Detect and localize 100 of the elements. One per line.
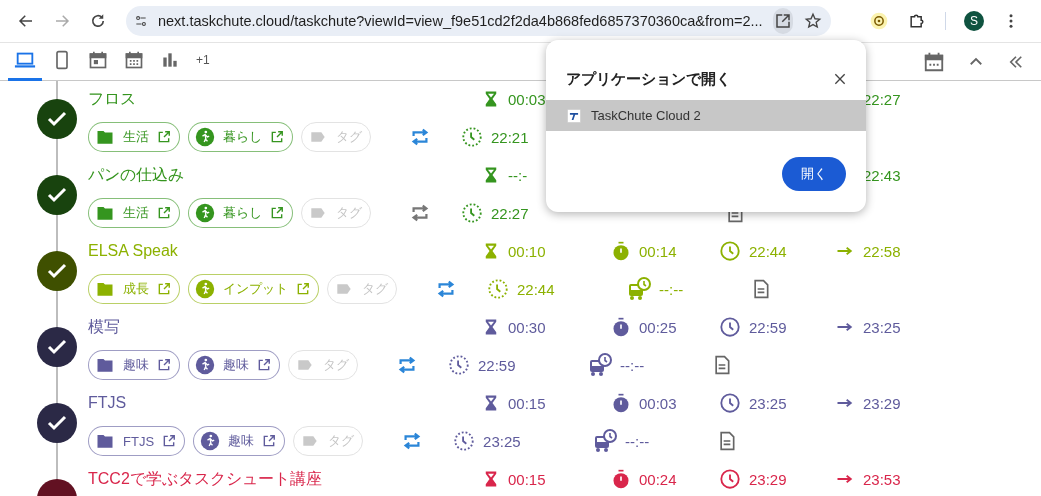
stopwatch-icon [611, 317, 631, 337]
stopwatch-icon [611, 469, 631, 489]
time-text: 22:27 [491, 204, 529, 222]
tag-chip[interactable]: 成長 [88, 274, 180, 304]
external-link-icon[interactable] [157, 130, 171, 144]
tag-label: タグ [323, 356, 349, 374]
tag-label: 暮らし [223, 128, 262, 146]
tag-label: タグ [328, 432, 355, 450]
time-text: 22:59 [478, 356, 516, 374]
open-in-app-icon[interactable] [773, 12, 792, 30]
task-title[interactable]: ELSA Speak [88, 242, 482, 260]
day-calendar-icon [88, 50, 108, 70]
done-check-button[interactable] [37, 175, 77, 215]
back-icon[interactable] [17, 12, 35, 30]
time-text: 23:29 [863, 394, 901, 412]
time-text: --:-- [620, 356, 645, 374]
external-link-icon[interactable] [270, 206, 284, 220]
time-text: 00:15 [508, 394, 546, 412]
document-icon[interactable] [751, 279, 771, 299]
tag-chip[interactable]: 暮らし [188, 198, 293, 228]
done-check-button[interactable] [37, 251, 77, 291]
folder-icon [95, 356, 115, 374]
task-title[interactable]: FTJS [88, 394, 482, 412]
stopwatch-icon [611, 241, 631, 261]
repeat-icon[interactable] [435, 278, 457, 300]
external-link-icon[interactable] [157, 206, 171, 220]
tag-chip[interactable]: 趣味 [193, 426, 286, 456]
tag-label: 趣味 [223, 356, 249, 374]
tag-chip[interactable]: 趣味 [88, 350, 180, 380]
bookmark-star-icon[interactable] [803, 12, 822, 30]
close-button[interactable] [832, 71, 848, 87]
tag-label: FTJS [123, 433, 155, 449]
done-check-button[interactable] [37, 99, 77, 139]
tag-label: 成長 [123, 280, 149, 298]
bar-chart-icon [160, 50, 180, 70]
time-text: 23:53 [863, 470, 901, 488]
dashed-clock-icon [461, 126, 483, 148]
runner-icon [195, 279, 215, 299]
tag-label: 生活 [123, 204, 149, 222]
done-check-button[interactable] [37, 403, 77, 443]
time-text: --:-- [659, 280, 684, 298]
tag-label: タグ [362, 280, 388, 298]
bus-clock-icon[interactable] [588, 353, 612, 377]
dashed-clock-icon [448, 354, 470, 376]
bus-clock-icon[interactable] [593, 429, 618, 453]
time-text: 00:14 [639, 242, 677, 260]
time-text: 23:29 [749, 470, 787, 488]
address-bar[interactable]: next.taskchute.cloud/taskchute?viewId=view_f9e51cd2f2da4b868fed6857370360ca&from=2... [126, 6, 831, 36]
repeat-icon[interactable] [396, 354, 418, 376]
extension-icon[interactable] [869, 11, 889, 31]
app-logo-icon [567, 108, 581, 123]
time-text: 23:25 [863, 318, 901, 336]
stopwatch-icon [611, 393, 631, 413]
time-text: 00:03 [639, 394, 677, 412]
clock-icon [719, 468, 741, 490]
task-title[interactable]: 模写 [88, 316, 482, 338]
tag-chip[interactable]: 生活 [88, 198, 180, 228]
task-title[interactable]: パンの仕込み [88, 164, 482, 186]
app-option[interactable]: TaskChute Cloud 2 [546, 100, 866, 131]
repeat-icon[interactable] [409, 126, 431, 148]
document-icon[interactable] [717, 431, 738, 451]
reload-icon[interactable] [89, 12, 107, 30]
external-link-icon[interactable] [162, 434, 177, 448]
tag-chip[interactable]: インプット [188, 274, 319, 304]
close-icon [832, 71, 848, 87]
tag-chip[interactable]: 生活 [88, 122, 180, 152]
tag-label: 生活 [123, 128, 149, 146]
tag-label: 暮らし [223, 204, 262, 222]
time-text: 00:25 [639, 318, 677, 336]
done-check-button[interactable] [37, 327, 77, 367]
external-link-icon[interactable] [257, 358, 271, 372]
task-title[interactable]: TCC2で学ぶタスクシュート講座 [88, 468, 482, 490]
open-button[interactable]: 開く [782, 157, 846, 191]
clock-icon [719, 316, 741, 338]
profile-avatar[interactable]: S [964, 11, 984, 31]
time-text: 22:59 [749, 318, 787, 336]
task-title[interactable]: フロス [88, 88, 482, 110]
external-link-icon[interactable] [270, 130, 284, 144]
tag-chip[interactable]: 暮らし [188, 122, 293, 152]
runner-icon [195, 355, 215, 375]
repeat-icon[interactable] [409, 202, 431, 224]
view-tab[interactable]: +1 [190, 42, 216, 81]
time-text: 00:30 [508, 318, 546, 336]
time-text: 23:25 [749, 394, 787, 412]
dashed-clock-icon [453, 430, 476, 452]
document-icon[interactable] [712, 355, 732, 375]
time-text: 22:58 [863, 242, 901, 260]
time-text: 22:44 [749, 242, 787, 260]
dialog-title: アプリケーションで開く [566, 69, 731, 89]
tag-chip[interactable]: 趣味 [188, 350, 280, 380]
time-text: 00:10 [508, 242, 546, 260]
tag-label: 趣味 [123, 356, 149, 374]
external-link-icon[interactable] [157, 358, 171, 372]
time-text: 23:25 [483, 432, 521, 450]
external-link-icon[interactable] [262, 434, 277, 448]
dashed-clock-icon [461, 202, 483, 224]
clock-icon [719, 392, 741, 414]
calendar-icon[interactable] [923, 50, 945, 73]
tag-chip[interactable]: FTJS [88, 426, 186, 456]
month-calendar-icon [124, 50, 144, 70]
